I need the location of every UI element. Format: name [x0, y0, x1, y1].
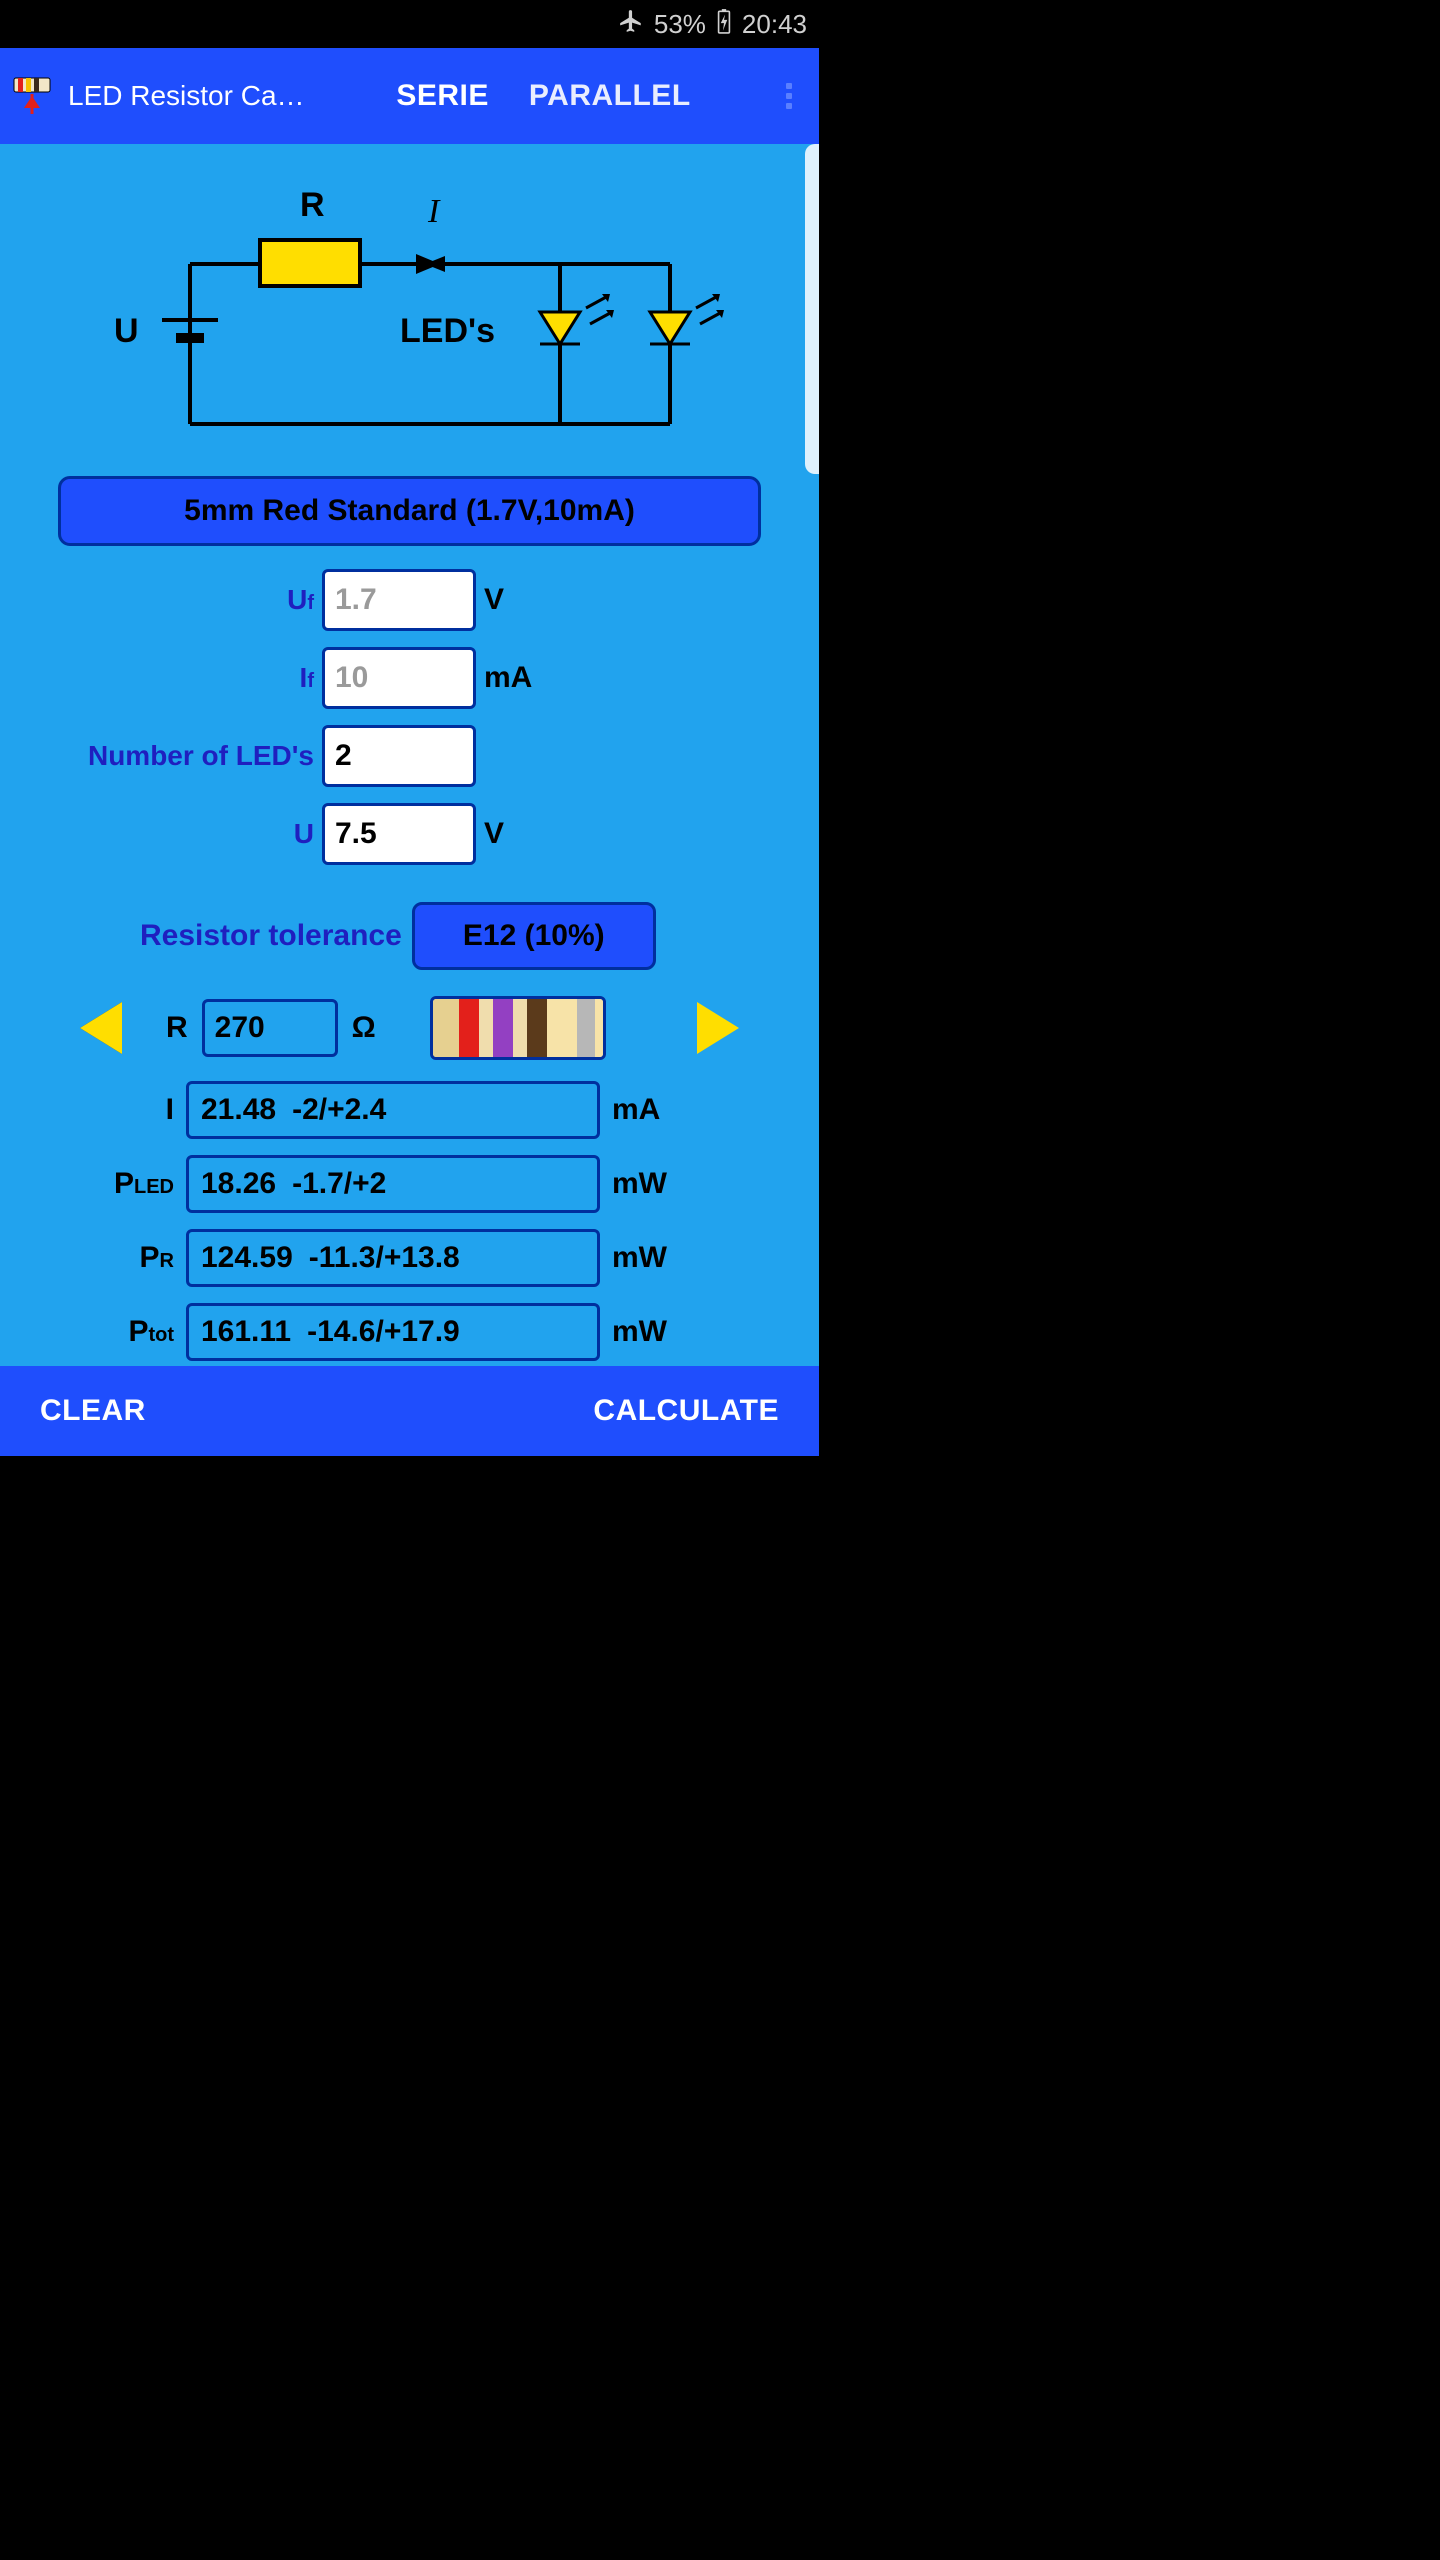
- app-bar: LED Resistor Ca… SERIE PARALLEL: [0, 48, 819, 144]
- prev-arrow-icon[interactable]: [80, 1002, 122, 1054]
- status-bar: 53% 20:43: [0, 0, 819, 48]
- r-value[interactable]: 270: [202, 999, 338, 1057]
- svg-text:LED's: LED's: [400, 312, 495, 350]
- if-input[interactable]: 10: [322, 647, 476, 709]
- svg-text:R: R: [300, 186, 325, 224]
- pr-result: 124.59-11.3/+13.8: [186, 1229, 600, 1287]
- tolerance-label: Resistor tolerance: [140, 919, 402, 953]
- i-label: I: [0, 1093, 174, 1127]
- app-title: LED Resistor Ca…: [68, 80, 318, 112]
- main-content: R I U LED's: [0, 144, 819, 1366]
- tab-serie[interactable]: SERIE: [396, 79, 489, 113]
- airplane-icon: [618, 8, 644, 41]
- svg-text:U: U: [114, 312, 139, 350]
- led-type-button[interactable]: 5mm Red Standard (1.7V,10mA): [58, 476, 761, 546]
- ptot-unit: mW: [612, 1315, 667, 1349]
- results: I 21.48-2/+2.4 mA PLED 18.26-1.7/+2 mW P…: [0, 1078, 819, 1364]
- clock-time: 20:43: [742, 9, 807, 40]
- i-result: 21.48-2/+2.4: [186, 1081, 600, 1139]
- resistor-color-bands: [430, 996, 606, 1060]
- tabs: SERIE PARALLEL: [318, 79, 769, 113]
- u-label: U: [0, 818, 314, 850]
- uf-input[interactable]: 1.7: [322, 569, 476, 631]
- if-unit: mA: [484, 661, 532, 695]
- ptot-label: Ptot: [0, 1315, 174, 1349]
- u-input[interactable]: 7.5: [322, 803, 476, 865]
- pled-label: PLED: [0, 1167, 174, 1201]
- scrollbar[interactable]: [805, 144, 819, 474]
- clear-button[interactable]: CLEAR: [40, 1394, 146, 1428]
- ptot-result: 161.11-14.6/+17.9: [186, 1303, 600, 1361]
- svg-text:I: I: [427, 193, 441, 230]
- app-icon: [10, 74, 54, 118]
- circuit-diagram: R I U LED's: [0, 144, 819, 454]
- calculate-button[interactable]: CALCULATE: [593, 1394, 779, 1428]
- inputs: Uf 1.7 V If 10 mA Number of LED's 2 U 7.…: [0, 566, 819, 868]
- battery-icon: [716, 8, 732, 41]
- u-unit: V: [484, 817, 504, 851]
- tolerance-button[interactable]: E12 (10%): [412, 902, 656, 970]
- num-leds-input[interactable]: 2: [322, 725, 476, 787]
- r-unit: Ω: [352, 1011, 376, 1045]
- uf-unit: V: [484, 583, 504, 617]
- pr-label: PR: [0, 1241, 174, 1275]
- i-unit: mA: [612, 1093, 660, 1127]
- tab-parallel[interactable]: PARALLEL: [529, 79, 691, 113]
- bottom-bar: CLEAR CALCULATE: [0, 1366, 819, 1456]
- battery-percent: 53%: [654, 9, 706, 40]
- pr-unit: mW: [612, 1241, 667, 1275]
- pled-result: 18.26-1.7/+2: [186, 1155, 600, 1213]
- if-label: If: [300, 662, 314, 693]
- pled-unit: mW: [612, 1167, 667, 1201]
- r-label: R: [166, 1011, 188, 1045]
- uf-label: Uf: [287, 584, 314, 615]
- next-arrow-icon[interactable]: [697, 1002, 739, 1054]
- num-leds-label: Number of LED's: [0, 740, 314, 772]
- overflow-menu-icon[interactable]: [769, 76, 809, 116]
